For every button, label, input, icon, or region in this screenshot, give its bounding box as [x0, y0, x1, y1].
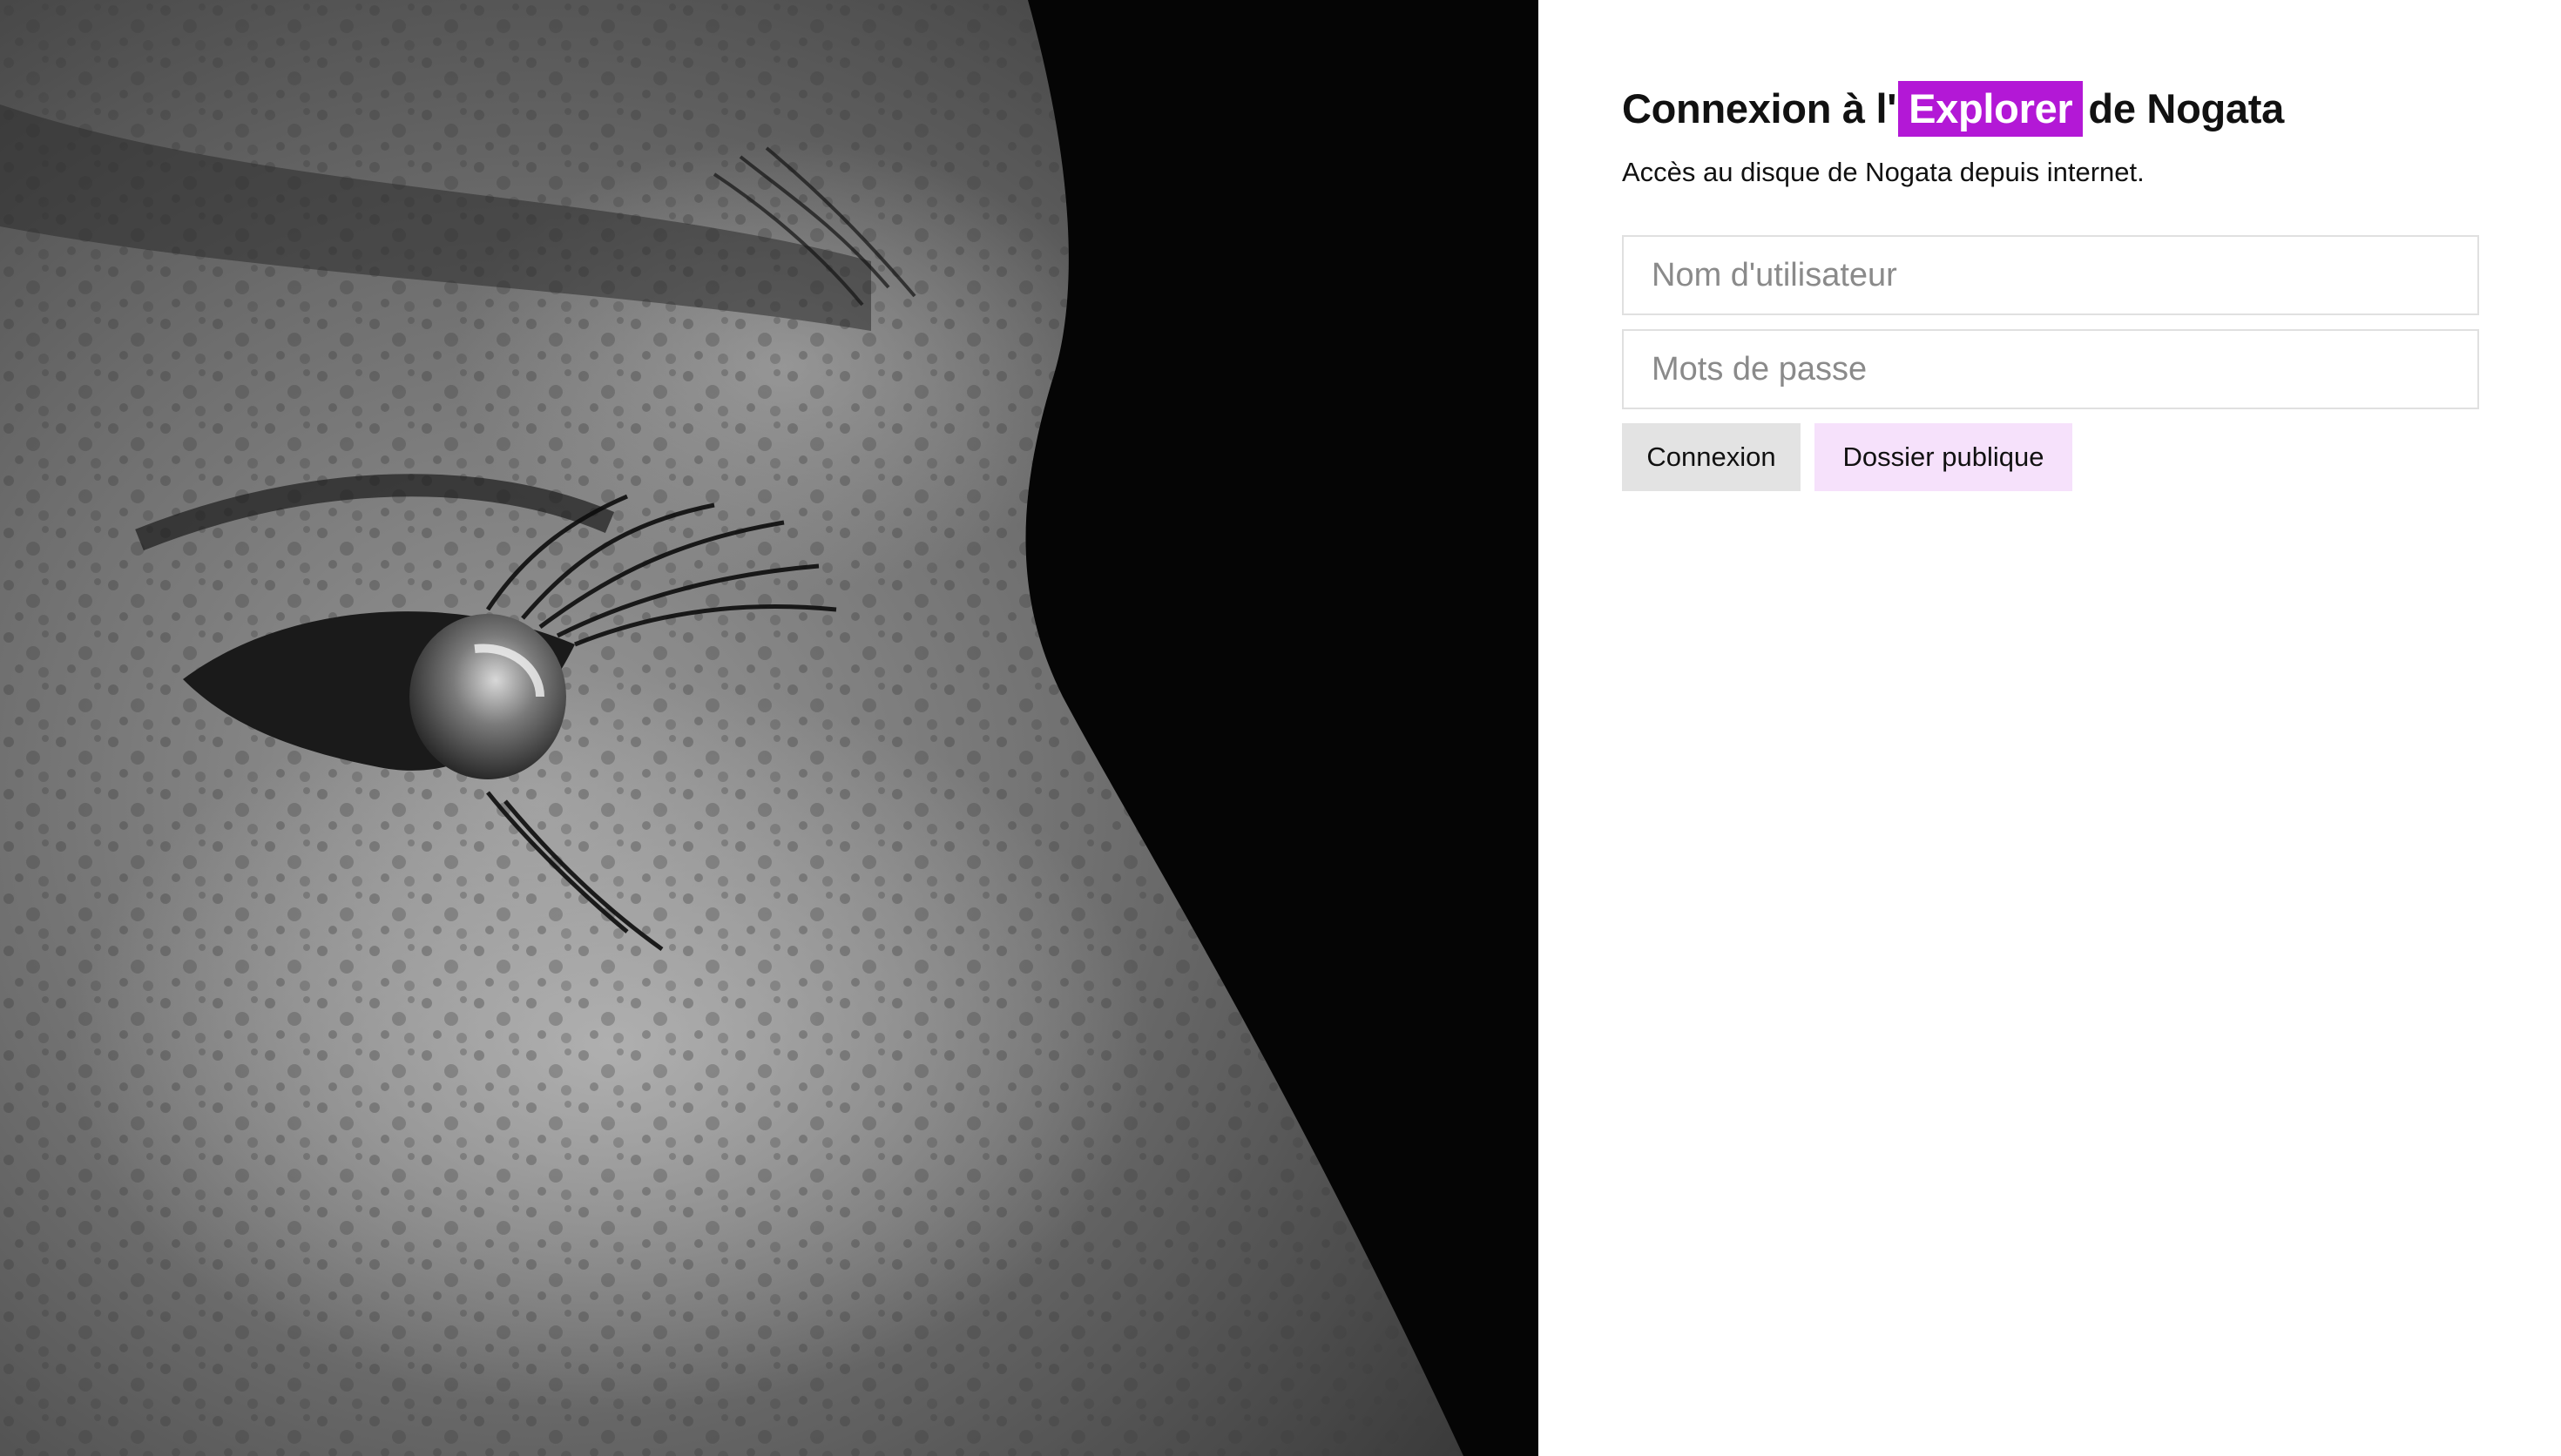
- page-subtitle: Accès au disque de Nogata depuis interne…: [1622, 157, 2145, 187]
- title-highlight: Explorer: [1898, 81, 2084, 137]
- login-panel: Connexion à l' Explorer de Nogata Accès au…: [1538, 0, 2561, 1456]
- hero-photo: [0, 0, 1538, 1456]
- login-page: Connexion à l' Explorer de Nogata Accès au…: [0, 0, 2561, 1456]
- eye-closeup-image: [0, 0, 1538, 1456]
- title-suffix: de Nogata: [2088, 85, 2284, 131]
- title-prefix: Connexion à l': [1622, 85, 1897, 131]
- password-input[interactable]: [1622, 329, 2479, 409]
- public-folder-button[interactable]: Dossier publique: [1814, 423, 2072, 491]
- login-actions: Connexion Dossier publique: [1622, 423, 2561, 491]
- page-title: Connexion à l' Explorer de Nogata: [1622, 75, 2561, 143]
- username-input[interactable]: [1622, 235, 2479, 315]
- login-button[interactable]: Connexion: [1622, 423, 1801, 491]
